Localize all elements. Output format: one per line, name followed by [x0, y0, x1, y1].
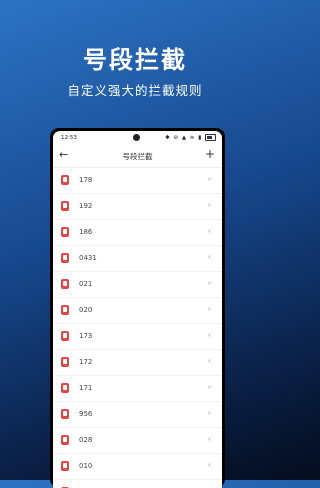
hero-subtitle: 自定义强大的拦截规则	[67, 83, 203, 98]
phone-icon	[61, 279, 69, 289]
list-item[interactable]: 161×	[53, 480, 222, 488]
phone-icon	[61, 357, 69, 367]
prefix-number: 021	[79, 280, 93, 288]
phone-mockup: 12:53 ✱ ⊘ ▲ ≋ ▮ ← 号段拦截 + 178 × 192 × 186 × 043…	[50, 128, 225, 488]
prefix-number: 171	[79, 384, 93, 392]
nav-bar: ← 号段拦截 +	[53, 145, 222, 168]
prefix-number: 028	[79, 436, 93, 444]
delete-icon[interactable]: ×	[207, 254, 212, 261]
prefix-number: 010	[79, 462, 93, 470]
phone-icon	[61, 435, 69, 445]
phone-icon	[61, 409, 69, 419]
delete-icon[interactable]: ×	[207, 228, 212, 235]
list-item[interactable]: 0431 ×	[53, 246, 222, 272]
prefix-number: 192	[79, 202, 93, 210]
list-item[interactable]: 028 ×	[53, 428, 222, 454]
phone-icon	[61, 383, 69, 393]
list-item[interactable]: 171 ×	[53, 376, 222, 402]
list-item[interactable]: 172 ×	[53, 350, 222, 376]
delete-icon[interactable]: ×	[207, 280, 212, 287]
prefix-list: 178 × 192 × 186 × 0431 × 021 × 020 × 173 × 172 × 171 × 956…	[53, 168, 222, 488]
phone-screen: 12:53 ✱ ⊘ ▲ ≋ ▮ ← 号段拦截 + 178 × 192 × 186 × 043…	[53, 131, 222, 488]
prefix-number: 178	[79, 176, 93, 184]
page-title: 号段拦截	[122, 152, 153, 161]
delete-icon[interactable]: ×	[207, 358, 212, 365]
delete-icon[interactable]: ×	[207, 332, 212, 339]
phone-icon	[61, 175, 69, 185]
camera-icon	[133, 134, 140, 141]
list-item[interactable]: 956 ×	[53, 402, 222, 428]
phone-icon	[61, 227, 69, 237]
hero-title: 号段拦截	[83, 46, 187, 74]
add-button[interactable]: +	[205, 147, 215, 161]
prefix-number: 956	[79, 410, 93, 418]
status-glyphs: ✱ ⊘ ▲ ≋ ▮	[165, 135, 203, 141]
phone-icon	[61, 331, 69, 341]
status-time: 12:53	[61, 135, 77, 141]
prefix-number: 0431	[79, 254, 97, 262]
prefix-number: 186	[79, 228, 93, 236]
delete-icon[interactable]: ×	[207, 202, 212, 209]
delete-icon[interactable]: ×	[207, 436, 212, 443]
list-item[interactable]: 010 ×	[53, 454, 222, 480]
phone-icon	[61, 253, 69, 263]
list-item[interactable]: 021 ×	[53, 272, 222, 298]
list-item[interactable]: 192 ×	[53, 194, 222, 220]
prefix-number: 172	[79, 358, 93, 366]
phone-icon	[61, 305, 69, 315]
list-item[interactable]: 020 ×	[53, 298, 222, 324]
prefix-number: 020	[79, 306, 93, 314]
status-bar: 12:53 ✱ ⊘ ▲ ≋ ▮	[53, 131, 222, 145]
delete-icon[interactable]: ×	[207, 384, 212, 391]
phone-icon	[61, 201, 69, 211]
battery-icon	[205, 134, 216, 141]
delete-icon[interactable]: ×	[207, 410, 212, 417]
list-item[interactable]: 178 ×	[53, 168, 222, 194]
delete-icon[interactable]: ×	[207, 176, 212, 183]
status-icons: ✱ ⊘ ▲ ≋ ▮	[165, 134, 216, 141]
list-item[interactable]: 173 ×	[53, 324, 222, 350]
phone-icon	[61, 461, 69, 471]
list-item[interactable]: 186 ×	[53, 220, 222, 246]
delete-icon[interactable]: ×	[207, 306, 212, 313]
delete-icon[interactable]: ×	[207, 462, 212, 469]
prefix-number: 173	[79, 332, 93, 340]
